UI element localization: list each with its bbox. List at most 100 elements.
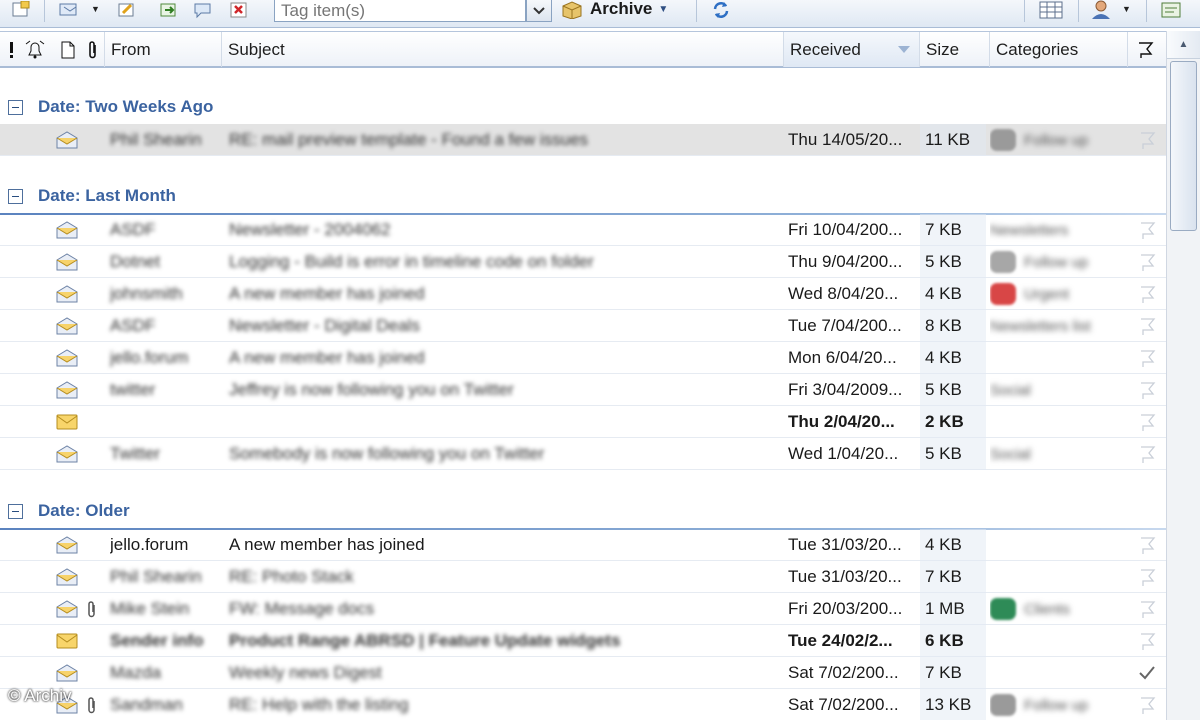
message-row[interactable]: Phil Shearin RE: Photo Stack Tue 31/03/20.… (0, 561, 1166, 593)
message-row[interactable]: Dotnet Logging - Build is error in timeli… (0, 246, 1166, 278)
reply-dropdown-icon[interactable]: ▼ (91, 4, 100, 14)
message-categories[interactable]: Clients (990, 593, 1126, 625)
message-subject: Product Range ABRSD | Feature Update wid… (229, 631, 621, 650)
message-received: Thu 9/04/200... (788, 252, 903, 271)
importance-column-icon[interactable] (4, 32, 18, 67)
message-categories[interactable]: Follow up (990, 246, 1126, 278)
scroll-thumb[interactable] (1170, 61, 1197, 231)
flag-icon[interactable] (1132, 214, 1162, 246)
attachment-empty (84, 657, 100, 689)
category-color-icon (990, 598, 1016, 620)
message-row[interactable]: jello.forum A new member has joined Mon 6/… (0, 342, 1166, 374)
message-received: Wed 8/04/20... (788, 284, 899, 303)
vertical-scrollbar[interactable]: ▲ (1166, 31, 1200, 720)
flag-icon[interactable] (1132, 689, 1162, 720)
attachment-icon (84, 689, 100, 720)
chat-icon[interactable] (192, 0, 214, 20)
message-categories[interactable]: Social (990, 438, 1126, 470)
message-categories[interactable]: Urgent (990, 278, 1126, 310)
message-categories[interactable] (990, 561, 1126, 593)
new-item-icon[interactable] (10, 0, 32, 20)
column-received[interactable]: Received (784, 32, 920, 67)
flag-icon[interactable] (1132, 438, 1162, 470)
message-categories[interactable] (990, 657, 1126, 689)
archive-label: Archive (590, 0, 653, 18)
message-row[interactable]: ASDF Newsletter - 2004062 Fri 10/04/200...… (0, 214, 1166, 246)
message-categories[interactable]: Follow up (990, 689, 1126, 720)
message-row[interactable]: Phil Shearin RE: mail preview template - … (0, 124, 1166, 156)
flag-icon[interactable] (1132, 593, 1162, 625)
group-label: Date: Last Month (38, 186, 176, 205)
message-categories[interactable]: Newsletters list (990, 310, 1126, 342)
message-row[interactable]: Mazda Weekly news Digest Sat 7/02/200... 7 … (0, 657, 1166, 689)
message-row[interactable]: Twitter Somebody is now following you on … (0, 438, 1166, 470)
column-subject[interactable]: Subject (222, 32, 784, 67)
message-row[interactable]: ASDF Newsletter - Digital Deals Tue 7/04/2… (0, 310, 1166, 342)
calendar-grid-icon[interactable] (1038, 0, 1064, 20)
read-envelope-icon (54, 214, 80, 246)
message-size: 8 KB (920, 310, 986, 342)
flag-icon[interactable] (1132, 124, 1162, 156)
message-categories[interactable] (990, 342, 1126, 374)
message-from: jello.forum (110, 348, 189, 367)
flag-icon[interactable] (1132, 406, 1162, 438)
archive-button[interactable]: Archive ▼ (560, 0, 668, 21)
item-type-column-icon[interactable] (58, 32, 78, 67)
message-from: Dotnet (110, 252, 161, 271)
message-row[interactable]: Sender info Product Range ABRSD | Feature… (0, 625, 1166, 657)
toolbar: ▼ Archive ▼ ▼ (0, 0, 1200, 28)
collapse-group-icon[interactable] (8, 504, 23, 519)
reply-icon[interactable] (58, 0, 80, 20)
message-row[interactable]: Thu 2/04/20... 2 KB (0, 406, 1166, 438)
flag-icon[interactable] (1132, 246, 1162, 278)
group-header[interactable]: Date: Older (0, 498, 1166, 530)
message-size: 5 KB (920, 438, 986, 470)
column-from[interactable]: From (104, 32, 222, 67)
contacts-icon[interactable] (1090, 0, 1112, 20)
send-receive-icon[interactable] (710, 0, 732, 20)
flag-icon[interactable] (1132, 529, 1162, 561)
flag-column-icon[interactable] (1130, 32, 1160, 67)
message-categories[interactable] (990, 406, 1126, 438)
completed-check-icon[interactable] (1132, 657, 1162, 689)
delete-icon[interactable] (228, 0, 250, 20)
message-categories[interactable]: Follow up (990, 124, 1126, 156)
notes-icon[interactable] (1160, 0, 1182, 20)
message-subject: A new member has joined (229, 284, 425, 303)
group-header[interactable]: Date: Last Month (0, 183, 1166, 215)
column-categories[interactable]: Categories (990, 32, 1128, 67)
message-row[interactable]: jello.forum A new member has joined Tue 31… (0, 529, 1166, 561)
collapse-group-icon[interactable] (8, 100, 23, 115)
flag-icon[interactable] (1132, 374, 1162, 406)
flag-icon[interactable] (1132, 561, 1162, 593)
column-size[interactable]: Size (920, 32, 990, 67)
message-categories[interactable]: Social (990, 374, 1126, 406)
message-row[interactable]: johnsmith A new member has joined Wed 8/04… (0, 278, 1166, 310)
flag-icon[interactable] (1132, 310, 1162, 342)
message-row[interactable]: Sandman RE: Help with the listing Sat 7/02… (0, 689, 1166, 720)
flag-icon[interactable] (1132, 278, 1162, 310)
message-categories[interactable]: Newsletters (990, 214, 1126, 246)
flag-icon[interactable] (1132, 342, 1162, 374)
message-categories[interactable] (990, 625, 1126, 657)
forward-icon[interactable] (158, 0, 180, 20)
attachment-empty (84, 214, 100, 246)
collapse-group-icon[interactable] (8, 189, 23, 204)
archive-dropdown-icon[interactable]: ▼ (658, 4, 668, 15)
message-row[interactable]: Mike Stein FW: Message docs Fri 20/03/200.… (0, 593, 1166, 625)
tag-dropdown-button[interactable] (526, 0, 552, 22)
message-row[interactable]: twitter Jeffrey is now following you on T… (0, 374, 1166, 406)
scroll-up-button[interactable]: ▲ (1167, 31, 1200, 59)
message-subject: RE: Photo Stack (229, 567, 354, 586)
attachment-column-icon[interactable] (84, 32, 102, 67)
message-categories[interactable] (990, 529, 1126, 561)
message-size: 7 KB (920, 657, 986, 689)
group-header[interactable]: Date: Two Weeks Ago (0, 94, 1166, 126)
edit-icon[interactable] (116, 0, 138, 20)
message-subject: Weekly news Digest (229, 663, 382, 682)
message-subject: A new member has joined (229, 348, 425, 367)
flag-icon[interactable] (1132, 625, 1162, 657)
reminder-column-icon[interactable] (22, 32, 48, 67)
tag-items-input[interactable] (274, 0, 526, 22)
contacts-dropdown-icon[interactable]: ▼ (1122, 4, 1131, 14)
